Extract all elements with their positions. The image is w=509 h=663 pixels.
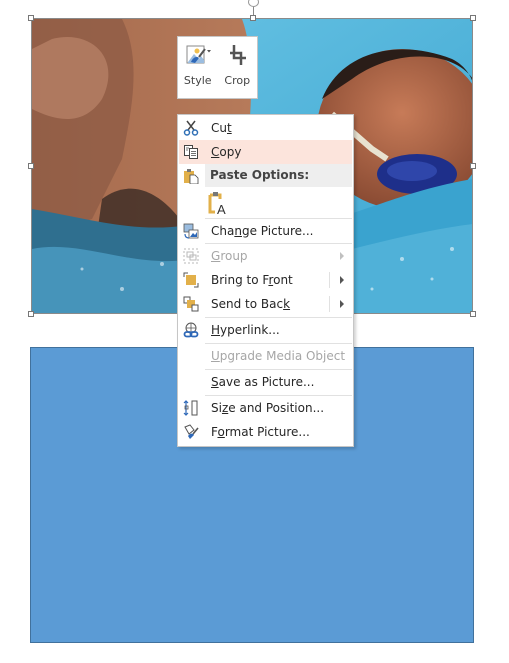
resize-handle-top[interactable] — [250, 15, 256, 21]
resize-handle-left[interactable] — [28, 163, 34, 169]
mini-toolbar: Style Crop — [177, 36, 258, 99]
resize-handle-right[interactable] — [470, 163, 476, 169]
resize-handle-bottom-right[interactable] — [470, 311, 476, 317]
submenu-arrow-icon — [340, 252, 344, 260]
menu-item-group-label: Group — [211, 249, 248, 263]
resize-handle-top-right[interactable] — [470, 15, 476, 21]
menu-item-save-as-picture[interactable]: Save as Picture... — [179, 370, 352, 394]
menu-item-copy[interactable]: Copy — [179, 140, 352, 164]
menu-item-hyperlink-label: Hyperlink... — [211, 323, 280, 337]
menu-item-hyperlink[interactable]: Hyperlink... — [179, 318, 352, 342]
menu-item-format-picture-label: Format Picture... — [211, 425, 310, 439]
paste-options-header: Paste Options: — [205, 164, 352, 187]
scissors-icon — [183, 120, 199, 136]
menu-item-send-to-back-label: Send to Back — [211, 297, 291, 311]
change-picture-icon — [183, 223, 199, 239]
menu-item-save-as-picture-label: Save as Picture... — [211, 375, 315, 389]
resize-handle-top-left[interactable] — [28, 15, 34, 21]
context-menu: Cut Copy Paste Options: A Change Picture… — [177, 114, 354, 447]
menu-item-cut[interactable]: Cut — [179, 116, 352, 140]
paste-keep-text-only-button[interactable]: A — [208, 191, 230, 215]
hyperlink-icon — [183, 322, 199, 338]
menu-item-size-and-position[interactable]: Size and Position... — [179, 396, 352, 420]
svg-text:A: A — [217, 202, 226, 215]
paste-text-only-icon: A — [208, 191, 230, 215]
menu-item-upgrade-media-object-label: Upgrade Media Object — [211, 349, 346, 363]
bring-to-front-icon — [183, 272, 199, 288]
menu-item-cut-label: Cut — [211, 121, 232, 135]
crop-button[interactable]: Crop — [219, 43, 255, 87]
paste-icon — [183, 168, 199, 184]
menu-item-bring-to-front-label: Bring to Front — [211, 273, 293, 287]
rotate-handle[interactable] — [248, 0, 259, 7]
menu-item-send-to-back[interactable]: Send to Back — [179, 292, 352, 316]
submenu-arrow-icon[interactable] — [340, 300, 344, 308]
size-position-icon — [183, 400, 199, 416]
style-button[interactable]: Style — [180, 43, 216, 87]
copy-icon — [183, 144, 199, 160]
submenu-arrow-icon[interactable] — [340, 276, 344, 284]
group-icon — [183, 248, 199, 264]
picture-style-icon — [185, 43, 211, 67]
crop-icon — [224, 43, 250, 67]
menu-item-bring-to-front[interactable]: Bring to Front — [179, 268, 352, 292]
menu-item-change-picture-label: Change Picture... — [211, 224, 314, 238]
style-button-label: Style — [183, 74, 212, 87]
split-separator — [329, 296, 330, 312]
menu-item-upgrade-media-object: Upgrade Media Object — [179, 344, 352, 368]
send-to-back-icon — [183, 296, 199, 312]
menu-item-format-picture[interactable]: Format Picture... — [179, 420, 352, 444]
resize-handle-bottom-left[interactable] — [28, 311, 34, 317]
menu-item-copy-label: Copy — [211, 145, 242, 159]
menu-item-group: Group — [179, 244, 352, 268]
paste-options-label: Paste Options: — [210, 168, 310, 182]
crop-button-label: Crop — [224, 74, 251, 87]
menu-item-size-and-position-label: Size and Position... — [211, 401, 325, 415]
split-separator — [329, 272, 330, 288]
format-picture-icon — [183, 424, 199, 440]
rotate-handle-line — [253, 6, 254, 15]
menu-item-change-picture[interactable]: Change Picture... — [179, 219, 352, 243]
